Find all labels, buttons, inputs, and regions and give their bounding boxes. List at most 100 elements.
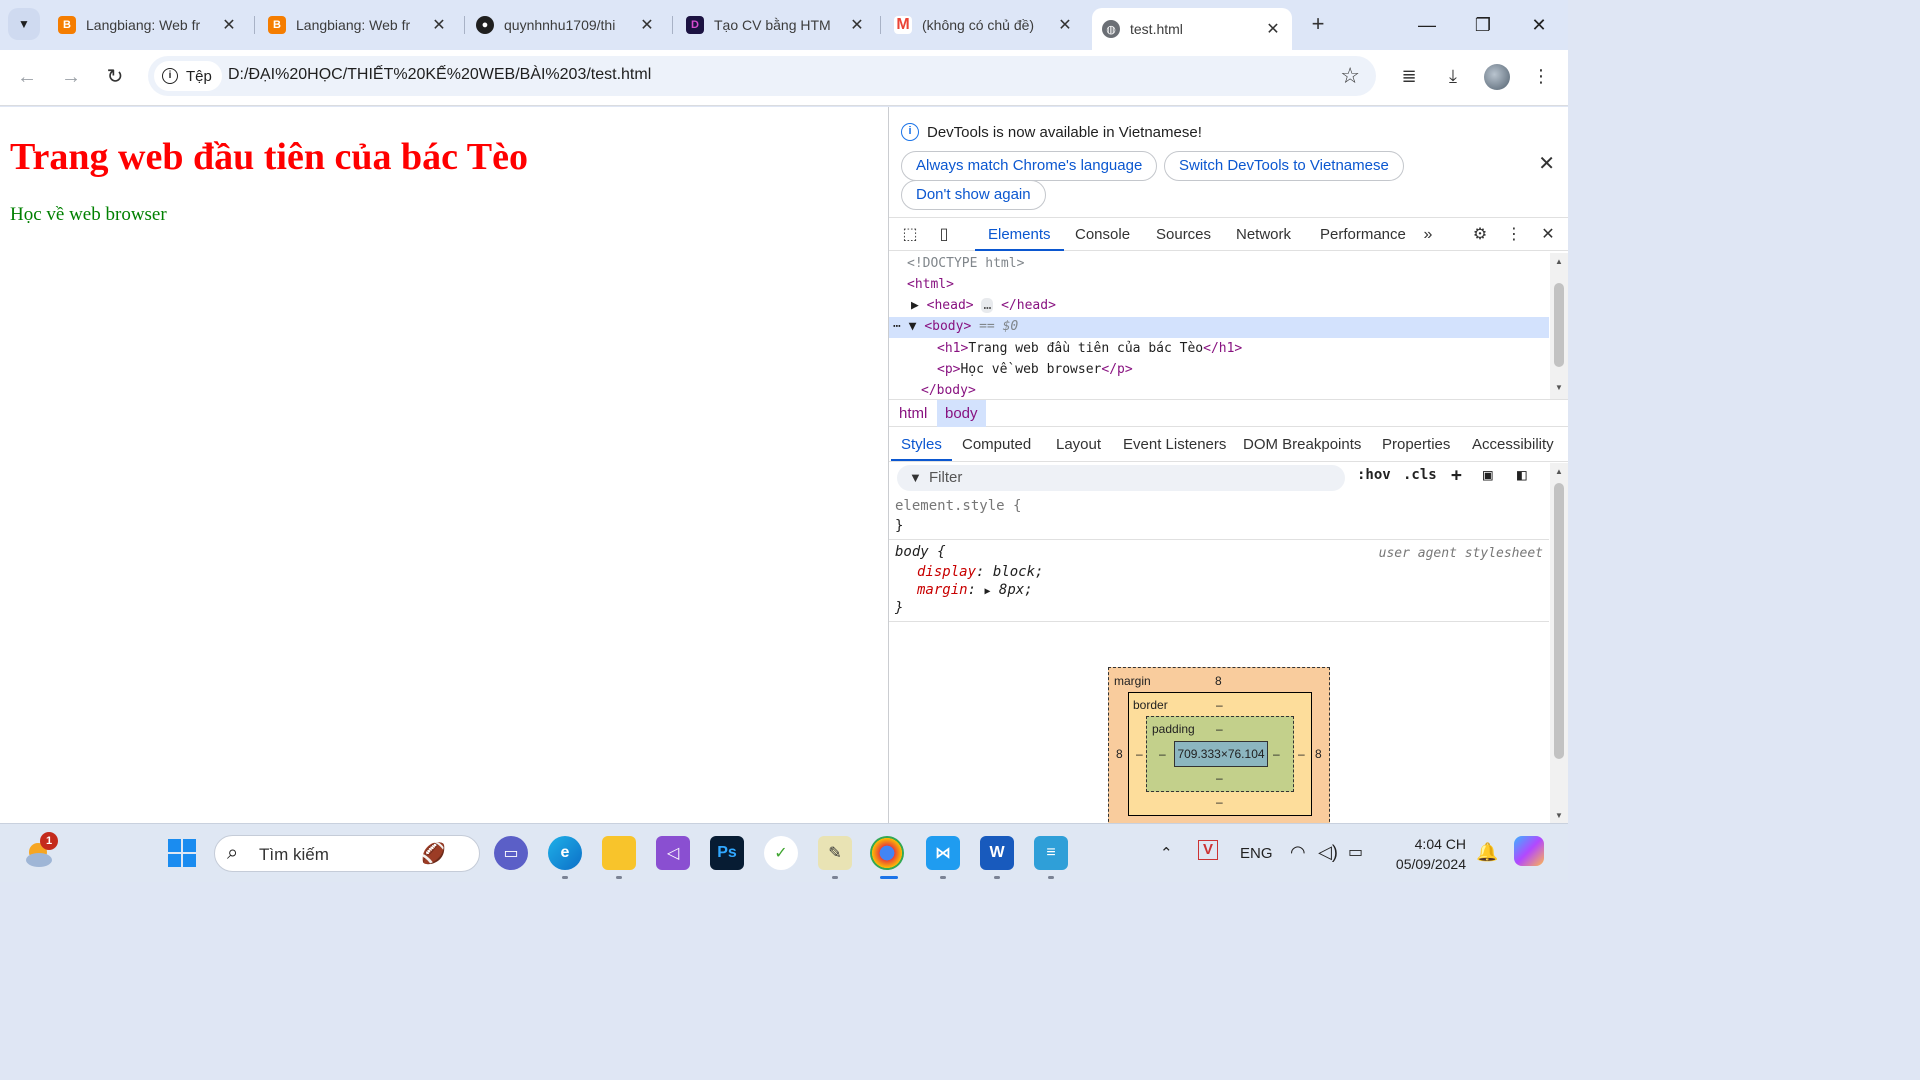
start-button[interactable] (165, 836, 199, 870)
tab-styles[interactable]: Styles (891, 428, 952, 461)
site-info-chip[interactable]: i Tệp (154, 61, 222, 91)
reload-button[interactable]: ↻ (100, 62, 130, 92)
file-explorer-icon[interactable] (602, 836, 636, 870)
padding-top-value[interactable]: – (1216, 722, 1223, 736)
back-button[interactable]: ← (12, 62, 42, 92)
device-toolbar-icon[interactable]: ▯ (933, 224, 955, 246)
close-icon[interactable]: ✕ (1538, 151, 1555, 176)
always-match-language-button[interactable]: Always match Chrome's language (901, 151, 1158, 181)
edge-icon[interactable]: e (548, 836, 582, 870)
border-left-value[interactable]: – (1136, 747, 1143, 761)
tool-app-icon[interactable]: ✎ (818, 836, 852, 870)
dont-show-again-button[interactable]: Don't show again (901, 180, 1046, 210)
close-icon[interactable]: ✕ (1056, 15, 1074, 35)
profile-avatar[interactable] (1484, 64, 1510, 90)
styles-scrollbar-thumb[interactable] (1554, 483, 1564, 759)
margin-left-value[interactable]: 8 (1116, 747, 1123, 761)
input-language[interactable]: ENG (1240, 845, 1273, 862)
close-window-button[interactable]: ✕ (1524, 10, 1554, 40)
padding-right-value[interactable]: – (1273, 747, 1280, 761)
node-actions-icon[interactable]: ⋯ (893, 319, 901, 334)
box-model-padding[interactable]: padding – – – – 709.333×76.104 (1146, 716, 1294, 792)
paint-brush-icon[interactable]: ▣ (1483, 465, 1493, 484)
dom-body-node[interactable]: ⋯ ▼ <body> == $0 (893, 316, 1018, 337)
close-icon[interactable]: ✕ (1537, 224, 1559, 246)
teams-chat-icon[interactable]: ▭ (494, 836, 528, 870)
tab-computed[interactable]: Computed (962, 428, 1031, 461)
filter-input[interactable]: ▼ Filter (897, 465, 1345, 491)
hover-state-button[interactable]: :hov (1357, 467, 1391, 483)
margin-top-value[interactable]: 8 (1215, 674, 1222, 688)
border-right-value[interactable]: – (1298, 747, 1305, 761)
class-toggle-button[interactable]: .cls (1403, 467, 1437, 483)
close-icon[interactable]: ✕ (638, 15, 656, 35)
sidebar-toggle-icon[interactable]: ◧ (1517, 465, 1527, 484)
notepad-icon[interactable]: ≡ (1034, 836, 1068, 870)
vscode-icon[interactable]: ⋈ (926, 836, 960, 870)
tab-dom-breakpoints[interactable]: DOM Breakpoints (1243, 428, 1361, 461)
add-style-rule-icon[interactable]: + (1451, 465, 1462, 486)
restore-button[interactable]: ❐ (1468, 10, 1498, 40)
rule-prop-margin[interactable]: margin: ▶ 8px; (917, 581, 1033, 599)
box-model-content[interactable]: 709.333×76.104 (1174, 741, 1268, 767)
system-clock[interactable]: 4:04 CH 05/09/2024 (1384, 834, 1466, 874)
dom-doctype[interactable]: <!DOCTYPE html> (907, 253, 1024, 274)
tab-layout[interactable]: Layout (1056, 428, 1101, 461)
tab-topcv[interactable]: D Tạo CV bằng HTM ✕ (676, 8, 876, 42)
minimize-button[interactable]: — (1412, 10, 1442, 40)
inspect-element-icon[interactable]: ⬚ (899, 224, 921, 246)
bell-icon[interactable]: 🔔 (1476, 842, 1498, 863)
box-model-border[interactable]: border – – – – padding – – – – 709.333×7… (1128, 692, 1312, 816)
visual-studio-icon[interactable]: ◁ (656, 836, 690, 870)
breadcrumb-body[interactable]: body (937, 400, 986, 427)
more-tabs-icon[interactable]: » (1417, 224, 1439, 246)
reading-list-icon[interactable]: ≣ (1396, 63, 1422, 89)
box-model-margin[interactable]: margin 8 8 8 border – – – – padding – – … (1108, 667, 1330, 823)
tab-performance[interactable]: Performance (1320, 218, 1406, 251)
devtools-menu-icon[interactable]: ⋮ (1503, 224, 1525, 246)
close-icon[interactable]: ✕ (848, 15, 866, 35)
dom-scrollbar[interactable]: ▲ ▼ (1550, 253, 1568, 399)
taskbar-search[interactable]: ⌕ Tìm kiếm 🏈 (214, 835, 480, 872)
weather-widget[interactable]: 1 (22, 832, 58, 870)
tray-app-icon[interactable]: V (1198, 840, 1218, 860)
scroll-up-icon[interactable]: ▲ (1555, 257, 1563, 266)
tab-github[interactable]: ● quynhnhu1709/thi ✕ (466, 8, 666, 42)
address-bar[interactable]: i Tệp D:/ĐẠI%20HỌC/THIẾT%20KẾ%20WEB/BÀI%… (148, 56, 1376, 96)
dom-p-node[interactable]: <p>Học về web browser</p> (937, 359, 1133, 380)
dom-head-ellipsis[interactable]: … (981, 298, 994, 313)
tab-langbiang-1[interactable]: B Langbiang: Web fr ✕ (48, 8, 248, 42)
new-tab-button[interactable]: + (1306, 12, 1330, 36)
breadcrumb-html[interactable]: html (891, 400, 935, 427)
wifi-icon[interactable]: ◠ (1290, 842, 1306, 863)
gear-icon[interactable]: ⚙ (1469, 224, 1491, 246)
tab-test-html[interactable]: ◍ test.html ✕ (1092, 8, 1292, 50)
margin-right-value[interactable]: 8 (1315, 747, 1322, 761)
download-icon[interactable]: ⤓ (1440, 63, 1466, 89)
expand-triangle-icon[interactable]: ▶ (911, 298, 919, 313)
padding-bottom-value[interactable]: – (1216, 771, 1223, 785)
battery-icon[interactable]: ▭ (1348, 842, 1363, 862)
dom-scrollbar-thumb[interactable] (1554, 283, 1564, 367)
bookmark-star-icon[interactable]: ☆ (1340, 63, 1360, 89)
menu-kebab-icon[interactable]: ⋮ (1528, 63, 1554, 89)
tab-properties[interactable]: Properties (1382, 428, 1450, 461)
word-icon[interactable]: W (980, 836, 1014, 870)
dom-head-node[interactable]: ▶ <head> … </head> (911, 295, 1056, 316)
styles-scrollbar[interactable]: ▲ ▼ (1550, 463, 1568, 823)
close-icon[interactable]: ✕ (220, 15, 238, 35)
padding-left-value[interactable]: – (1159, 747, 1166, 761)
dom-h1-node[interactable]: <h1>Trang web đầu tiên của bác Tèo</h1> (937, 338, 1242, 359)
tab-langbiang-2[interactable]: B Langbiang: Web fr ✕ (258, 8, 458, 42)
tab-accessibility[interactable]: Accessibility (1472, 428, 1554, 461)
dom-html[interactable]: <html> (907, 274, 954, 295)
collapse-triangle-icon[interactable]: ▼ (909, 319, 917, 334)
switch-to-vietnamese-button[interactable]: Switch DevTools to Vietnamese (1164, 151, 1404, 181)
tab-console[interactable]: Console (1075, 218, 1130, 251)
url-text[interactable]: D:/ĐẠI%20HỌC/THIẾT%20KẾ%20WEB/BÀI%203/te… (228, 66, 651, 84)
element-style-selector[interactable]: element.style { (895, 497, 1021, 515)
scroll-up-icon[interactable]: ▲ (1555, 467, 1563, 476)
photoshop-icon[interactable]: Ps (710, 836, 744, 870)
tab-event-listeners[interactable]: Event Listeners (1123, 428, 1226, 461)
scroll-down-icon[interactable]: ▼ (1555, 383, 1563, 392)
